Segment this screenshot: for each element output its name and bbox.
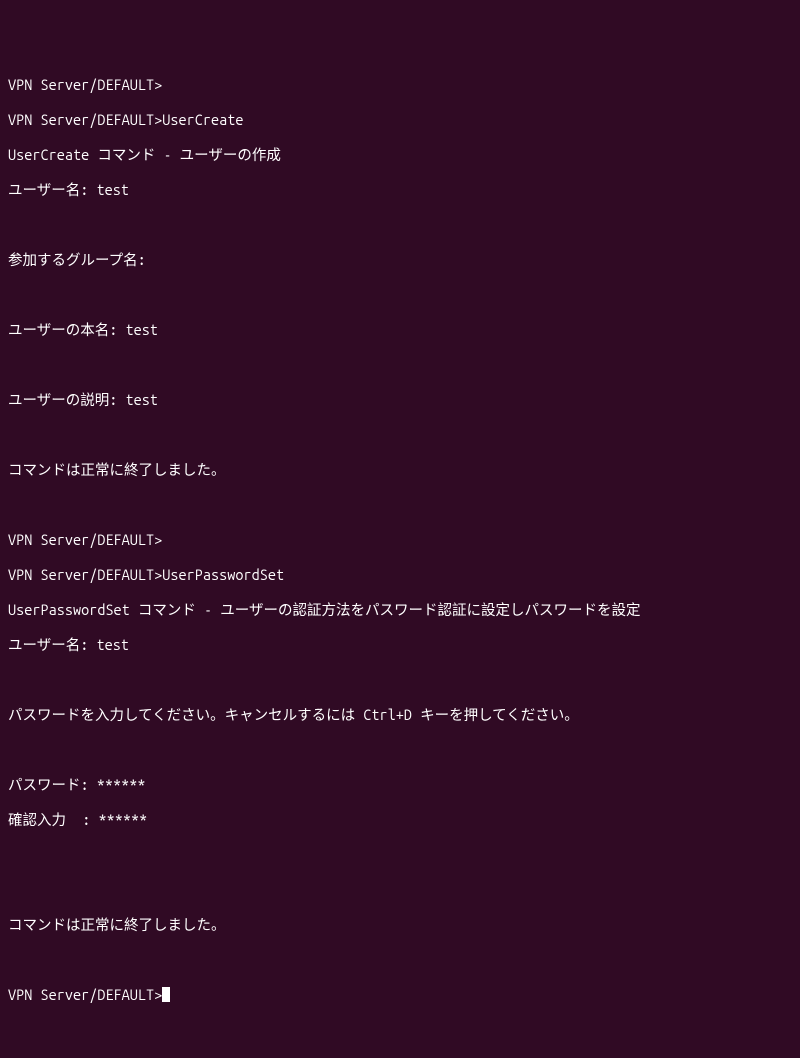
terminal-output: ユーザー名: test xyxy=(8,636,792,654)
terminal-output xyxy=(8,846,792,864)
terminal-output xyxy=(8,286,792,304)
terminal-output: UserCreate コマンド - ユーザーの作成 xyxy=(8,146,792,164)
terminal-line: VPN Server/DEFAULT> xyxy=(8,531,792,549)
terminal-line: VPN Server/DEFAULT>UserCreate xyxy=(8,111,792,129)
terminal-output xyxy=(8,426,792,444)
terminal-output: コマンドは正常に終了しました。 xyxy=(8,916,792,934)
terminal-output: ユーザーの説明: test xyxy=(8,391,792,409)
terminal-line: VPN Server/DEFAULT> xyxy=(8,76,792,94)
prompt: VPN Server/DEFAULT> xyxy=(8,111,162,128)
user-input: UserPasswordSet xyxy=(162,566,284,583)
terminal-output: ユーザーの本名: test xyxy=(8,321,792,339)
terminal-output xyxy=(8,881,792,899)
terminal-output xyxy=(8,951,792,969)
prompt: VPN Server/DEFAULT> xyxy=(8,531,162,548)
terminal-output xyxy=(8,671,792,689)
user-input: UserCreate xyxy=(162,111,243,128)
prompt: VPN Server/DEFAULT> xyxy=(8,566,162,583)
terminal-output: パスワードを入力してください。キャンセルするには Ctrl+D キーを押してくだ… xyxy=(8,706,792,724)
terminal-output: 参加するグループ名: xyxy=(8,251,792,269)
prompt: VPN Server/DEFAULT> xyxy=(8,76,162,93)
terminal-output xyxy=(8,216,792,234)
terminal-line[interactable]: VPN Server/DEFAULT> xyxy=(8,986,792,1004)
terminal-line: VPN Server/DEFAULT>UserPasswordSet xyxy=(8,566,792,584)
terminal-output: ユーザー名: test xyxy=(8,181,792,199)
terminal-output xyxy=(8,741,792,759)
terminal-output: パスワード: ****** xyxy=(8,776,792,794)
terminal-output xyxy=(8,356,792,374)
terminal-output: 確認入力 : ****** xyxy=(8,811,792,829)
terminal-output: UserPasswordSet コマンド - ユーザーの認証方法をパスワード認証… xyxy=(8,601,792,619)
prompt: VPN Server/DEFAULT> xyxy=(8,986,162,1003)
cursor-icon xyxy=(162,987,170,1002)
terminal-output: コマンドは正常に終了しました。 xyxy=(8,461,792,479)
terminal-output xyxy=(8,496,792,514)
